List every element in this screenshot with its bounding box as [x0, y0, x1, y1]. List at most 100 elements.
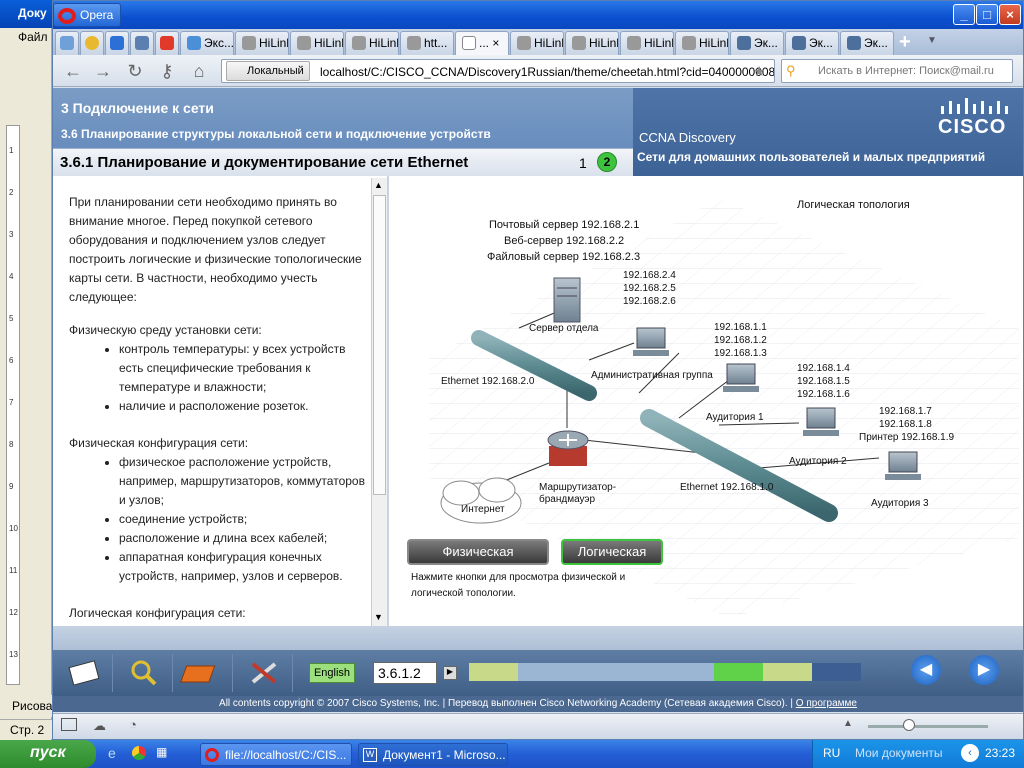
physical-topology-button[interactable]: Физическая	[407, 539, 549, 565]
tab-vk[interactable]	[130, 31, 154, 55]
local-badge[interactable]: Локальный	[226, 61, 310, 81]
tab-search[interactable]	[105, 31, 129, 55]
ie-icon[interactable]: e	[108, 745, 116, 761]
forward-icon[interactable]: →	[91, 60, 115, 82]
opera-menu-button[interactable]: Opera	[53, 3, 121, 27]
progress-segment[interactable]	[616, 663, 665, 681]
tab[interactable]: HiLink	[675, 31, 729, 55]
back-icon[interactable]: ←	[61, 60, 85, 82]
tab[interactable]: HiLink	[290, 31, 344, 55]
notes-icon[interactable]	[57, 654, 113, 692]
scroll-up-icon[interactable]: ▲	[374, 180, 383, 190]
physical-cfg-heading: Физическая конфигурация сети:	[69, 436, 249, 450]
progress-segment[interactable]	[665, 663, 714, 681]
room2-ip: 192.168.1.6	[797, 389, 850, 400]
tab[interactable]: Эк...	[785, 31, 839, 55]
scroll-thumb[interactable]	[373, 195, 386, 495]
page-link-1[interactable]: 1	[579, 155, 587, 171]
progress-segment[interactable]	[518, 663, 567, 681]
tab-label: HiLink	[534, 36, 563, 50]
word-draw-toolbar[interactable]: Рисова	[0, 695, 52, 717]
next-page-icon[interactable]: ▶	[969, 655, 999, 685]
tab[interactable]: HiLink	[565, 31, 619, 55]
panel-toggle-icon[interactable]	[61, 718, 77, 731]
address-input[interactable]: Локальный localhost/C:/CISCO_CCNA/Discov…	[221, 59, 775, 83]
language-indicator[interactable]: RU	[823, 746, 840, 760]
tab-mail[interactable]	[55, 31, 79, 55]
chrome-icon[interactable]	[132, 746, 146, 760]
new-tab-icon[interactable]: +	[899, 31, 911, 54]
room3-label: Аудитория 3	[871, 498, 929, 509]
ruler-mark: 3	[9, 230, 14, 239]
tab[interactable]: HiLink	[235, 31, 289, 55]
tab[interactable]: HiLink	[345, 31, 399, 55]
glossary-book-icon[interactable]	[177, 654, 233, 692]
ruler-mark: 8	[9, 440, 14, 449]
page-link-2-current[interactable]: 2	[597, 152, 617, 172]
zoom-slider-thumb[interactable]	[903, 719, 915, 731]
taskbar-word-label: Документ1 - Microso...	[383, 748, 506, 762]
tab[interactable]: Экс...	[180, 31, 234, 55]
progress-segment[interactable]	[812, 663, 861, 681]
yandex-icon	[160, 36, 174, 50]
zoom-out-icon[interactable]: ▲	[843, 718, 853, 729]
page-number-field[interactable]: 3.6.1.2	[373, 662, 437, 684]
tab[interactable]: htt...	[400, 31, 454, 55]
search-magnifier-icon[interactable]	[117, 654, 173, 692]
taskbar-word[interactable]: W Документ1 - Microso...	[358, 743, 508, 766]
tab-label: htt...	[424, 36, 448, 50]
language-button[interactable]: English	[309, 663, 355, 683]
text-scrollbar[interactable]: ▲ ▼	[371, 178, 387, 626]
taskbar-opera[interactable]: file://localhost/C:/CIS...	[200, 743, 352, 766]
tab-yandex[interactable]	[155, 31, 179, 55]
reload-icon[interactable]: ↻	[123, 60, 147, 82]
go-to-page-icon[interactable]: ▶	[443, 666, 457, 680]
admin-ip: 192.168.2.5	[623, 283, 676, 294]
previous-page-icon[interactable]: ◀	[911, 655, 941, 685]
chapter-progress-bar[interactable]	[469, 663, 861, 681]
minimize-button[interactable]: _	[953, 4, 975, 25]
my-documents-link[interactable]: Мои документы	[855, 746, 942, 760]
tab-menu-icon[interactable]: ▼	[927, 35, 937, 46]
opera-titlebar: Opera _ □ ×	[53, 1, 1023, 29]
room2-ip: 192.168.1.5	[797, 376, 850, 387]
show-desktop-icon[interactable]: ▦	[156, 745, 167, 759]
key-icon[interactable]: ⚷	[155, 60, 179, 82]
turbo-icon[interactable]: ◔	[129, 717, 137, 732]
logical-topology-button[interactable]: Логическая	[561, 539, 663, 565]
start-button[interactable]: пуск	[0, 740, 96, 768]
page-icon	[407, 36, 421, 50]
zoom-slider[interactable]	[868, 725, 988, 728]
opera-logo-icon	[58, 8, 76, 24]
cloud-icon[interactable]: ☁	[93, 718, 106, 734]
tab[interactable]: Эк...	[840, 31, 894, 55]
bookmark-star-icon[interactable]: ★	[753, 63, 766, 80]
hint-line-2: логической топологии.	[411, 588, 516, 599]
ethernet-1-label: Ethernet 192.168.1.0	[680, 482, 774, 493]
tab[interactable]: HiLink	[620, 31, 674, 55]
tools-icon[interactable]	[237, 654, 293, 692]
diagram-heading: Логическая топология	[797, 199, 910, 211]
tab-label: HiLink	[589, 36, 618, 50]
progress-segment[interactable]	[763, 663, 812, 681]
room3-ip: 192.168.1.8	[879, 419, 932, 430]
brand-line-2: Сети для домашних пользователей и малых …	[637, 150, 986, 164]
home-icon[interactable]: ⌂	[187, 60, 211, 82]
tab-active[interactable]: ... ×	[455, 31, 509, 56]
tray-expand-icon[interactable]: ‹	[961, 744, 979, 762]
tab[interactable]: HiLink	[510, 31, 564, 55]
tab[interactable]: Эк...	[730, 31, 784, 55]
search-placeholder: Искать в Интернет: Поиск@mail.ru	[818, 65, 994, 77]
close-button[interactable]: ×	[999, 4, 1021, 25]
close-tab-icon[interactable]: ×	[492, 36, 499, 50]
about-link[interactable]: О программе	[796, 698, 857, 709]
scroll-down-icon[interactable]: ▼	[374, 612, 383, 622]
tab-opera-mail[interactable]	[80, 31, 104, 55]
tab-label: HiLink	[644, 36, 673, 50]
progress-segment[interactable]	[469, 663, 518, 681]
word-menu-file[interactable]: Файл	[18, 30, 48, 44]
maximize-button[interactable]: □	[976, 4, 998, 25]
progress-segment[interactable]	[714, 663, 763, 681]
progress-segment[interactable]	[567, 663, 616, 681]
search-input[interactable]: ⚲ Искать в Интернет: Поиск@mail.ru	[781, 59, 1013, 83]
